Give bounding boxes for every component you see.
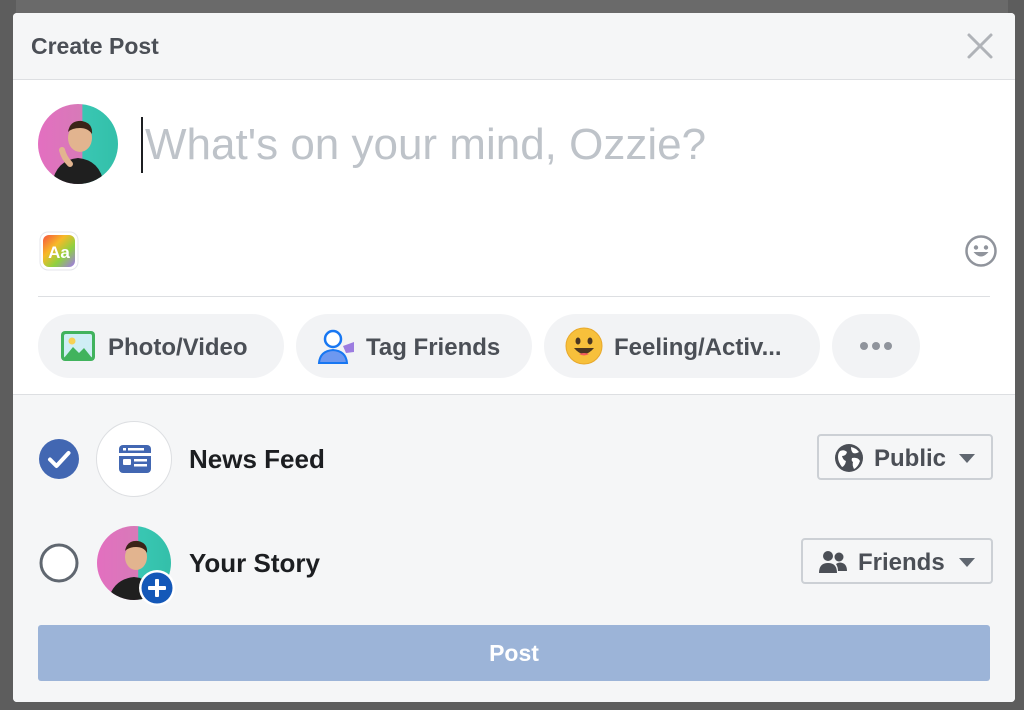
dialog-title: Create Post	[31, 33, 159, 59]
tag-friends-icon	[317, 329, 354, 364]
background-picker-label: Aa	[48, 243, 70, 262]
news-feed-label: News Feed	[189, 444, 325, 474]
news-feed-checkbox[interactable]	[39, 439, 79, 479]
news-feed-row: News Feed Public	[13, 419, 1015, 499]
your-story-privacy-selector[interactable]: Friends	[801, 538, 993, 584]
emoji-button[interactable]	[965, 235, 997, 267]
page-backdrop	[16, 0, 1008, 14]
post-text-input[interactable]	[145, 114, 905, 176]
checkmark-icon	[39, 439, 79, 479]
close-icon	[967, 33, 993, 59]
background-picker-button[interactable]: Aa	[39, 231, 79, 271]
feeling-activity-button[interactable]: Feeling/Activ...	[544, 314, 820, 378]
tag-friends-label: Tag Friends	[366, 334, 501, 361]
feeling-activity-label: Feeling/Activ...	[614, 334, 782, 361]
dialog-header: Create Post	[13, 13, 1015, 80]
your-story-privacy-label: Friends	[858, 549, 945, 576]
globe-icon	[835, 444, 863, 472]
your-story-label: Your Story	[189, 548, 320, 578]
photo-video-label: Photo/Video	[108, 334, 248, 361]
text-cursor	[141, 117, 143, 173]
composer-divider	[38, 296, 990, 297]
avatar	[38, 104, 118, 184]
audience-section: News Feed Public Your Story Friends Post	[13, 394, 1015, 702]
create-post-dialog: Create Post What's on your mind, Ozzie? …	[13, 13, 1015, 702]
chevron-down-icon	[959, 454, 975, 463]
more-icon	[860, 342, 892, 350]
photo-icon	[61, 331, 95, 361]
news-feed-icon	[119, 445, 151, 473]
tag-friends-button[interactable]: Tag Friends	[296, 314, 532, 378]
more-options-button[interactable]	[832, 314, 920, 378]
close-button[interactable]	[965, 31, 995, 61]
smiley-icon	[965, 235, 997, 267]
news-feed-icon-wrap	[96, 421, 172, 497]
unchecked-circle-icon	[39, 543, 79, 583]
add-story-icon	[139, 570, 175, 606]
composer: Aa Photo/Video	[13, 80, 1015, 394]
text-background-icon: Aa	[39, 231, 79, 271]
your-story-checkbox[interactable]	[39, 543, 79, 583]
news-feed-privacy-label: Public	[874, 445, 947, 472]
your-story-row: Your Story Friends	[13, 523, 1015, 606]
your-story-avatar	[96, 525, 175, 606]
feeling-icon	[565, 327, 603, 365]
post-button[interactable]: Post	[38, 625, 990, 681]
friends-icon	[819, 551, 847, 573]
chevron-down-icon	[959, 558, 975, 567]
news-feed-privacy-selector[interactable]: Public	[817, 434, 993, 480]
photo-video-button[interactable]: Photo/Video	[38, 314, 284, 378]
